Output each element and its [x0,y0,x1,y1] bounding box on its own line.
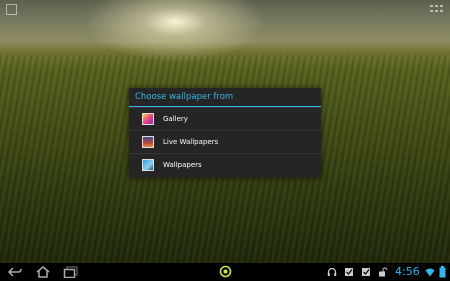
option-live-wallpapers[interactable]: Live Wallpapers [129,130,321,153]
home-icon[interactable] [35,266,51,278]
live-wallpapers-icon [142,136,154,148]
system-navigation-bar: 4:56 [0,263,450,281]
recent-apps-icon[interactable] [63,266,79,278]
status-corner-icon [6,4,17,15]
choose-wallpaper-dialog: Choose wallpaper from Gallery Live Wallp… [129,88,321,178]
option-gallery[interactable]: Gallery [129,107,321,130]
center-notification-icon[interactable] [219,265,232,278]
dialog-title: Choose wallpaper from [129,88,321,107]
headphones-icon[interactable] [327,267,337,277]
battery-icon[interactable] [439,266,446,278]
wifi-icon[interactable] [425,267,435,277]
all-apps-icon[interactable] [430,5,443,14]
option-label: Wallpapers [163,161,202,169]
option-label: Live Wallpapers [163,138,219,146]
checkbox-notification-icon[interactable] [344,267,354,277]
clock[interactable]: 4:56 [395,263,420,281]
wallpapers-icon [142,159,154,171]
checkbox-notification-icon[interactable] [361,267,371,277]
option-wallpapers[interactable]: Wallpapers [129,153,321,176]
option-label: Gallery [163,115,188,123]
back-icon[interactable] [7,266,23,278]
lock-icon[interactable] [378,267,388,277]
gallery-icon [142,113,154,125]
